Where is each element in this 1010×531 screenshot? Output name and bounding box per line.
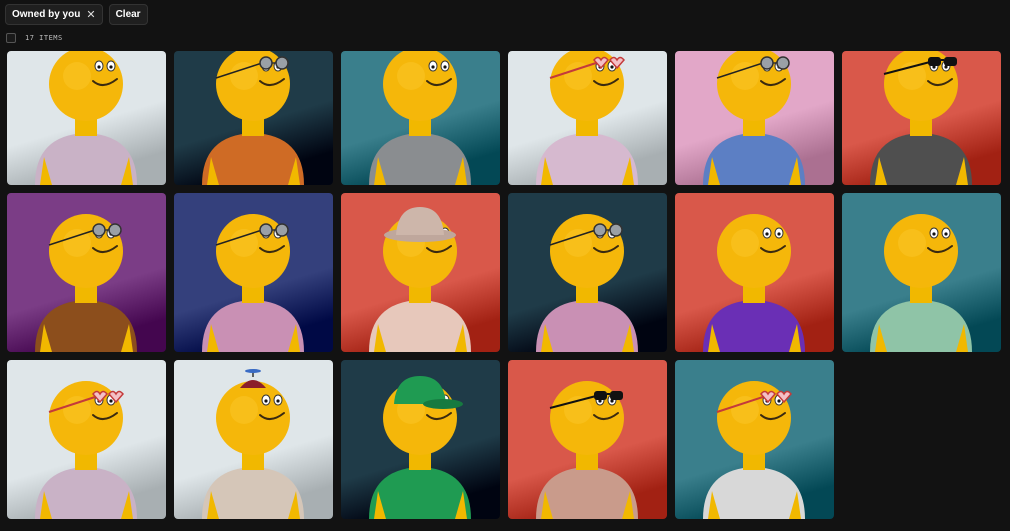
nft-image xyxy=(508,51,667,185)
close-icon[interactable]: ✕ xyxy=(86,8,95,21)
nft-image xyxy=(7,51,166,185)
clear-label: Clear xyxy=(115,9,141,20)
nft-card[interactable] xyxy=(675,51,834,185)
nft-card[interactable] xyxy=(842,51,1001,185)
nft-image xyxy=(7,360,166,519)
nft-image xyxy=(174,193,333,352)
nft-card[interactable] xyxy=(174,193,333,352)
results-header: 17 ITEMS xyxy=(6,33,63,43)
nft-card[interactable] xyxy=(7,51,166,185)
nft-card[interactable] xyxy=(675,193,834,352)
filter-bar: Owned by you ✕ Clear xyxy=(0,0,1010,26)
nft-image xyxy=(675,360,834,519)
nft-card[interactable] xyxy=(675,360,834,519)
nft-image xyxy=(508,193,667,352)
nft-card[interactable] xyxy=(174,360,333,519)
nft-card[interactable] xyxy=(508,360,667,519)
select-all-checkbox[interactable] xyxy=(6,33,16,43)
nft-image xyxy=(508,360,667,519)
owned-by-you-filter-chip[interactable]: Owned by you ✕ xyxy=(5,4,103,25)
nft-image xyxy=(675,51,834,185)
nft-card[interactable] xyxy=(341,360,500,519)
nft-image xyxy=(842,193,1001,352)
nft-card[interactable] xyxy=(174,51,333,185)
nft-image xyxy=(675,193,834,352)
nft-image xyxy=(842,51,1001,185)
nft-card[interactable] xyxy=(508,51,667,185)
nft-image xyxy=(7,193,166,352)
item-count: 17 ITEMS xyxy=(25,34,63,42)
nft-grid xyxy=(7,51,1002,519)
nft-image xyxy=(341,360,500,519)
owned-by-you-label: Owned by you xyxy=(12,9,81,20)
nft-image xyxy=(341,193,500,352)
nft-image xyxy=(174,51,333,185)
clear-filters-button[interactable]: Clear xyxy=(108,4,148,25)
nft-image xyxy=(174,360,333,519)
nft-card[interactable] xyxy=(341,193,500,352)
nft-card[interactable] xyxy=(508,193,667,352)
nft-image xyxy=(341,51,500,185)
nft-card[interactable] xyxy=(842,193,1001,352)
nft-card[interactable] xyxy=(7,193,166,352)
nft-card[interactable] xyxy=(7,360,166,519)
nft-card[interactable] xyxy=(341,51,500,185)
